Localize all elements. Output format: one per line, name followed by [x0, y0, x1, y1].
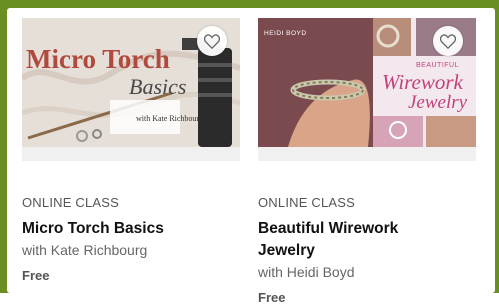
favorite-button[interactable] — [433, 26, 463, 56]
frame: Micro Torch Basics with Kate Richbourg O… — [0, 0, 499, 305]
heart-icon — [204, 33, 220, 49]
class-title-line: Beautiful Wirework — [258, 220, 399, 237]
thumbnail-subtitle: Jewelry — [408, 92, 468, 113]
favorite-button[interactable] — [197, 26, 227, 56]
class-thumbnail[interactable]: HEIDI BOYD BEAUTIFUL Wirework Jewelry — [258, 18, 476, 161]
class-title[interactable]: Micro Torch Basics — [22, 218, 240, 240]
class-title[interactable]: Beautiful Wirework Jewelry — [258, 218, 476, 262]
thumbnail-author: HEIDI BOYD — [264, 30, 307, 37]
class-price: Free — [22, 268, 50, 283]
thumbnail-author: with Kate Richbourg — [136, 114, 203, 123]
class-price: Free — [258, 290, 286, 305]
thumbnail-subtitle: Basics — [129, 74, 187, 99]
class-instructor: with Heidi Boyd — [258, 264, 355, 280]
class-title-line: Jewelry — [258, 242, 315, 259]
heart-icon — [440, 33, 456, 49]
class-cards-panel: Micro Torch Basics with Kate Richbourg O… — [7, 8, 495, 305]
thumbnail-title: Micro Torch — [26, 44, 170, 74]
class-thumbnail[interactable]: Micro Torch Basics with Kate Richbourg — [22, 18, 240, 161]
class-type-label: ONLINE CLASS — [22, 195, 120, 210]
class-instructor: with Kate Richbourg — [22, 242, 148, 258]
class-type-label: ONLINE CLASS — [258, 195, 356, 210]
class-card-micro-torch[interactable]: Micro Torch Basics with Kate Richbourg O… — [22, 18, 240, 283]
thumbnail-kicker: BEAUTIFUL — [416, 62, 460, 69]
class-card-wirework-jewelry[interactable]: HEIDI BOYD BEAUTIFUL Wirework Jewelry ON… — [258, 18, 476, 305]
